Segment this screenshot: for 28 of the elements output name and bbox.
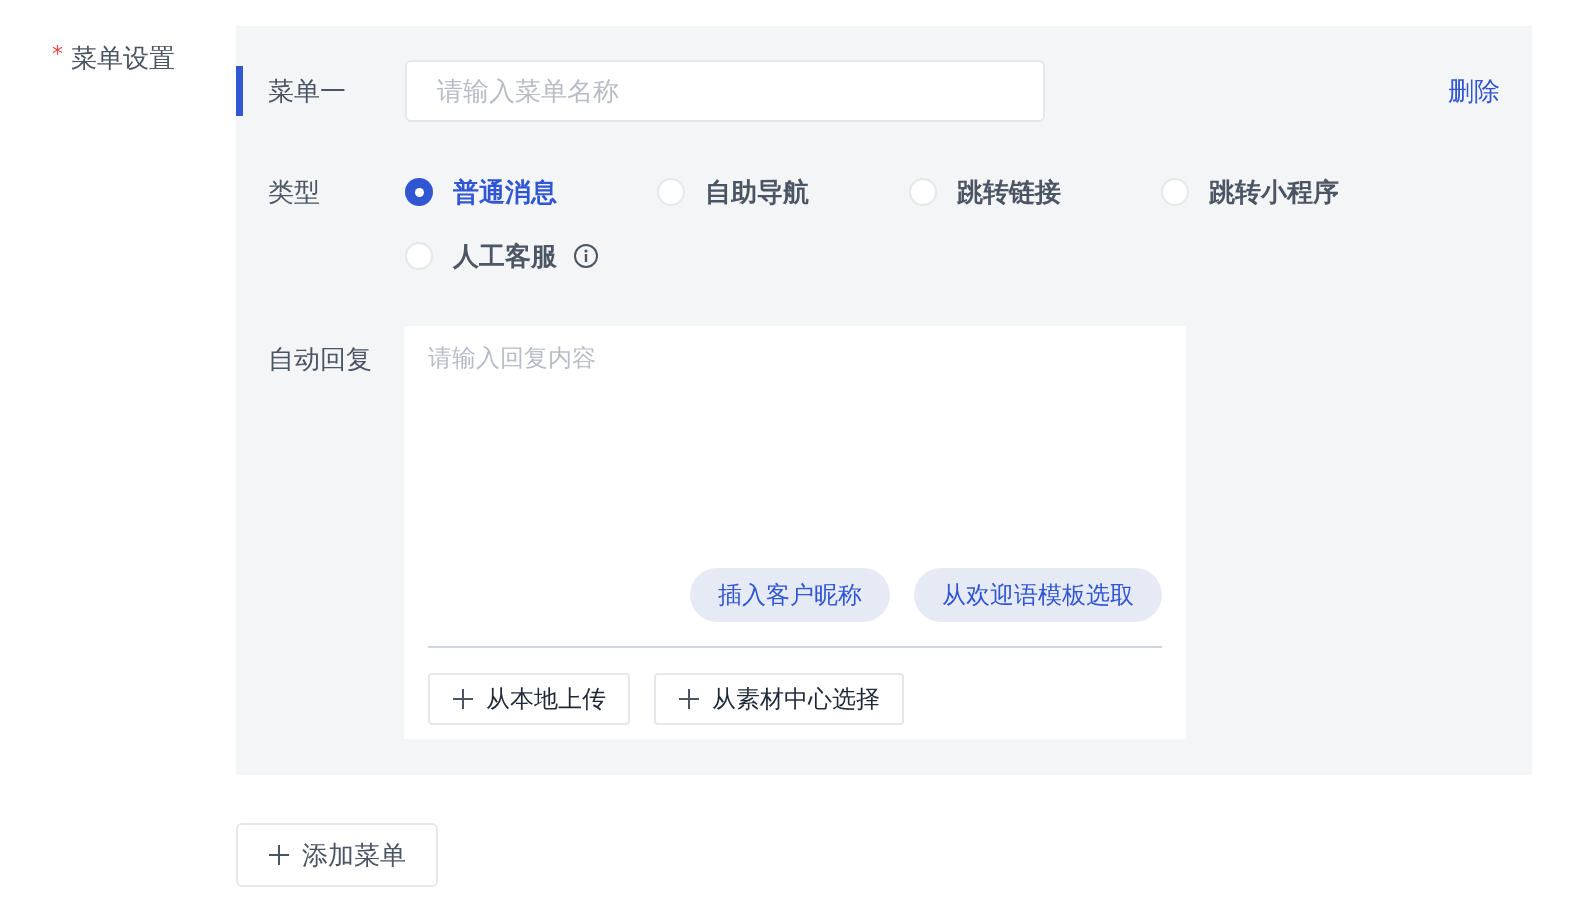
field-label: 菜单设置 <box>71 42 175 75</box>
insert-button[interactable]: 插入客户昵称 <box>690 568 890 622</box>
upload-button[interactable]: 从素材中心选择 <box>654 673 904 725</box>
radio-label[interactable]: 普通消息 <box>453 172 557 212</box>
menu-name-field[interactable]: 请输入菜单名称 <box>405 60 1045 122</box>
radio-label[interactable]: 人工客服 <box>453 236 557 276</box>
delete-link[interactable]: 删除 <box>1448 71 1500 111</box>
info-icon[interactable] <box>573 243 599 269</box>
radio-button[interactable] <box>657 178 685 206</box>
radio-button[interactable] <box>909 178 937 206</box>
plus-icon <box>678 688 700 710</box>
radio-button[interactable] <box>405 178 433 206</box>
plus-icon <box>268 844 290 866</box>
radio-label[interactable]: 自助导航 <box>705 172 809 212</box>
radio-label[interactable]: 跳转小程序 <box>1209 172 1339 212</box>
required-mark: * <box>52 40 63 68</box>
plus-icon <box>452 688 474 710</box>
menu-title: 菜单一 <box>267 74 347 108</box>
radio-button[interactable] <box>405 242 433 270</box>
insert-button[interactable]: 从欢迎语模板选取 <box>914 568 1162 622</box>
upload-button[interactable]: 从本地上传 <box>428 673 630 725</box>
radio-button[interactable] <box>1161 178 1189 206</box>
type-label: 类型 <box>267 176 321 209</box>
reply-field[interactable]: 请输入回复内容 插入客户昵称 从欢迎语模板选取 从本地上传 从素材中心选择 <box>404 326 1186 739</box>
accent-bar <box>236 66 243 116</box>
reply-label: 自动回复 <box>267 343 373 376</box>
add-menu-button[interactable]: 添加菜单 <box>236 823 438 887</box>
radio-label[interactable]: 跳转链接 <box>957 172 1061 212</box>
